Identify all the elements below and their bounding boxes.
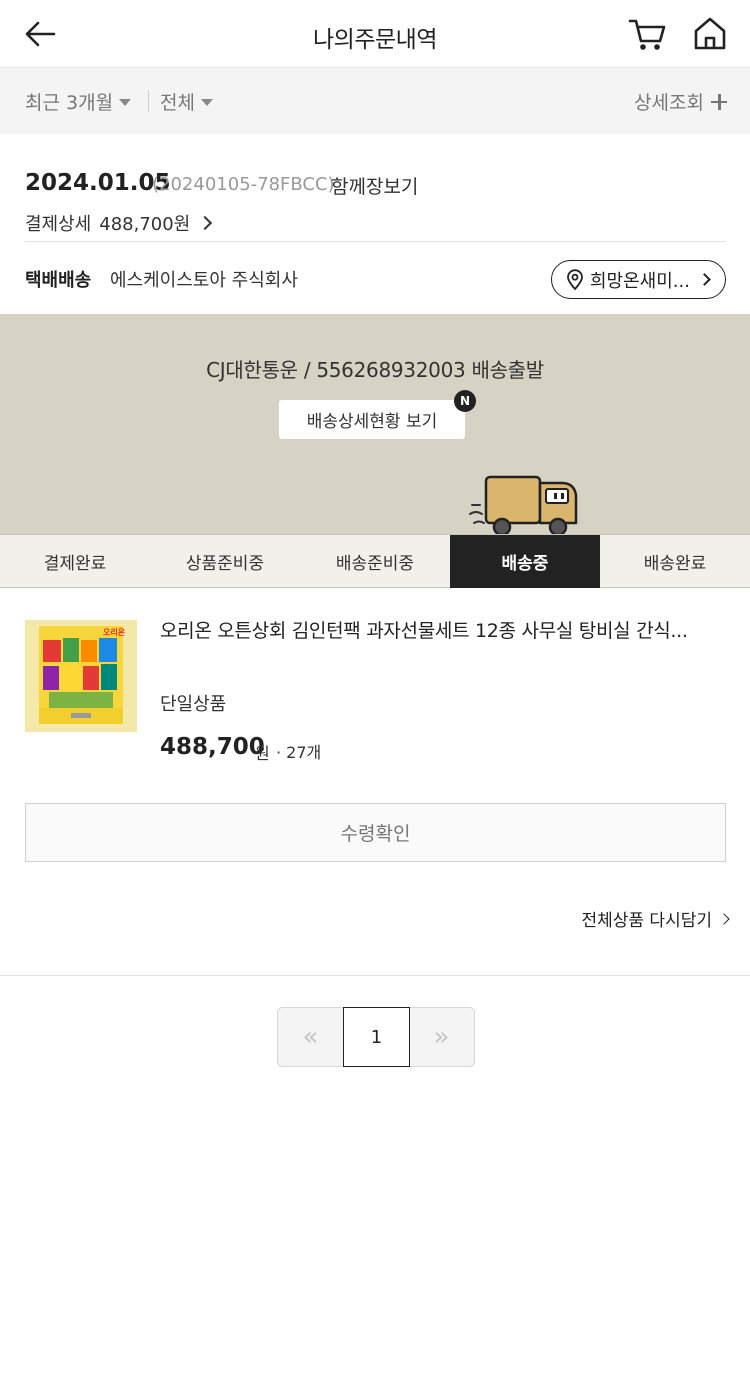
caret-down-icon bbox=[200, 99, 213, 106]
new-badge: N bbox=[454, 390, 476, 412]
step-preparing-product: 상품준비중 bbox=[185, 554, 265, 574]
re-add-all-label: 전체상품 다시담기 bbox=[581, 911, 712, 931]
detail-search-button[interactable]: 상세조회 bbox=[634, 88, 728, 115]
payment-amount: 488,700원 bbox=[99, 214, 191, 235]
chevron-right-icon bbox=[698, 273, 711, 286]
app-header: 나의주문내역 bbox=[0, 0, 750, 68]
delivery-address-label: 희망온새미... bbox=[590, 270, 690, 292]
plus-icon bbox=[710, 93, 728, 111]
order-number: (20240105-78FBCC) bbox=[152, 174, 335, 195]
current-page[interactable]: 1 bbox=[343, 1007, 410, 1067]
next-page-button[interactable]: » bbox=[409, 1008, 474, 1066]
product-thumbnail[interactable]: 오리온 bbox=[25, 620, 137, 732]
period-filter[interactable]: 최근 3개월 bbox=[25, 88, 132, 115]
step-delivered: 배송완료 bbox=[643, 554, 707, 574]
filter-separator bbox=[148, 90, 149, 112]
shipping-type: 택배배송 bbox=[25, 270, 92, 291]
home-icon[interactable] bbox=[690, 14, 730, 54]
delivery-steps: 결제완료 상품준비중 배송준비중 배송중 배송완료 bbox=[0, 534, 750, 588]
period-filter-label: 최근 3개월 bbox=[25, 92, 114, 114]
payment-detail-label: 결제상세 bbox=[25, 214, 92, 235]
tracking-info: CJ대한통운 / 556268932003 배송출발 bbox=[206, 358, 544, 382]
payment-detail-link[interactable]: 결제상세 488,700원 bbox=[25, 210, 213, 236]
divider bbox=[25, 241, 726, 242]
product-quantity: · 27개 bbox=[276, 743, 322, 762]
step-in-delivery: 배송중 bbox=[450, 535, 600, 588]
category-filter-label: 전체 bbox=[160, 92, 195, 114]
prev-page-button[interactable]: « bbox=[278, 1008, 343, 1066]
delivery-detail-button[interactable]: 배송상세현황 보기 bbox=[279, 400, 465, 439]
caret-down-icon bbox=[119, 99, 132, 106]
confirm-receipt-button[interactable]: 수령확인 bbox=[25, 803, 726, 862]
product-price: 488,700 bbox=[160, 734, 265, 760]
step-payment-complete: 결제완료 bbox=[43, 554, 107, 574]
step-preparing-shipment: 배송준비중 bbox=[335, 554, 415, 574]
order-shop: 함께장보기 bbox=[331, 176, 419, 198]
shipping-company: 에스케이스토아 주식회사 bbox=[110, 270, 298, 291]
brand-logo-text: 오리온 bbox=[103, 627, 126, 637]
order-date: 2024.01.05 bbox=[25, 170, 171, 196]
category-filter[interactable]: 전체 bbox=[160, 88, 213, 115]
delivery-status-panel: CJ대한통운 / 556268932003 배송출발 배송상세현황 보기 N bbox=[0, 314, 750, 537]
product-option: 단일상품 bbox=[160, 694, 227, 715]
delivery-truck-icon bbox=[469, 475, 578, 537]
cart-icon[interactable] bbox=[626, 14, 668, 54]
chevron-right-icon bbox=[718, 912, 730, 925]
pagination: « 1 » bbox=[277, 1007, 475, 1067]
filter-bar: 최근 3개월 전체 상세조회 bbox=[0, 68, 750, 134]
re-add-all-button[interactable]: 전체상품 다시담기 bbox=[581, 906, 730, 931]
product-name[interactable]: 오리온 오튼상회 김인턴팩 과자선물세트 12종 사무실 탕비실 간식... bbox=[160, 618, 720, 645]
product-currency: 원 bbox=[255, 744, 270, 763]
detail-search-label: 상세조회 bbox=[634, 92, 704, 114]
delivery-address-button[interactable]: 희망온새미... bbox=[551, 260, 726, 299]
divider bbox=[0, 975, 750, 976]
location-pin-icon bbox=[567, 268, 583, 290]
chevron-right-icon bbox=[198, 215, 213, 231]
